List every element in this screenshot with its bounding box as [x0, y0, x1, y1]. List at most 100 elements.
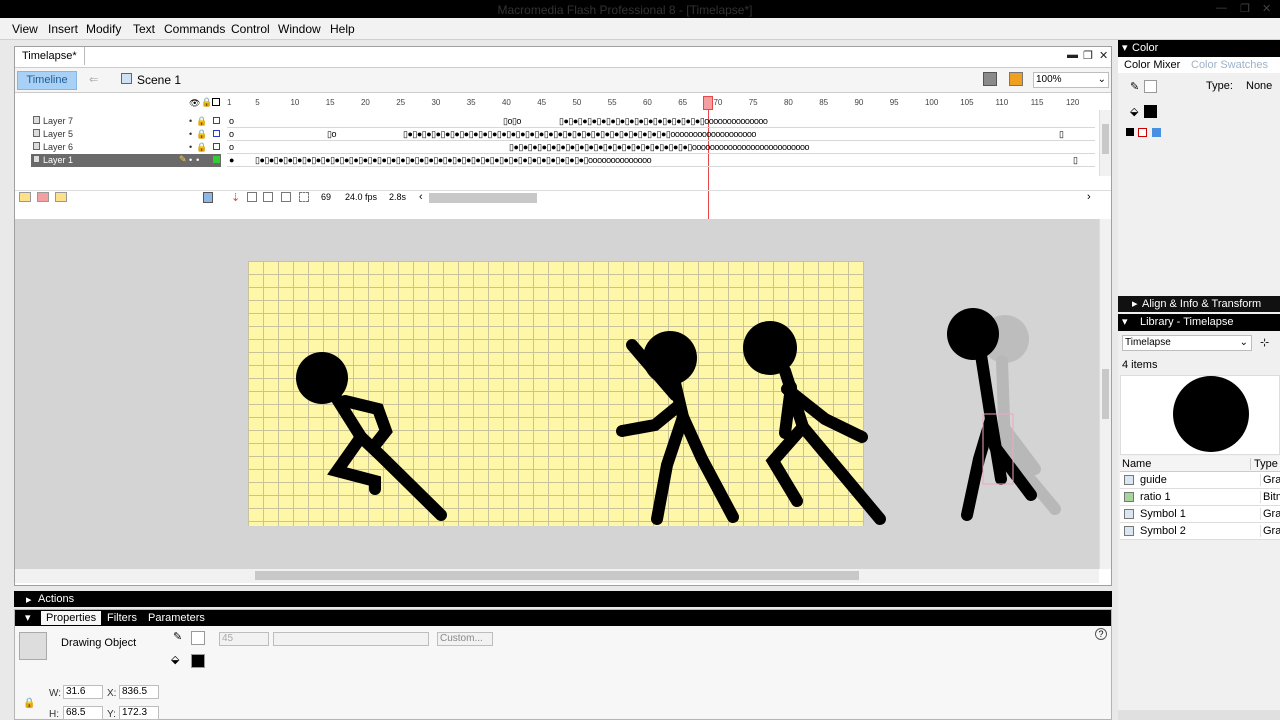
actions-panel-header[interactable]: ▸ Actions: [14, 591, 1112, 607]
width-field[interactable]: 31.6: [63, 685, 103, 699]
document-tab[interactable]: Timelapse*: [15, 47, 85, 65]
scene-label[interactable]: Scene 1: [137, 73, 181, 87]
keyframe-seq[interactable]: ▯●▯●▯●▯●▯●▯●▯●▯●▯●▯●▯●▯●▯●▯●▯●▯ooooooooo…: [559, 116, 839, 127]
scroll-thumb[interactable]: [255, 571, 859, 580]
outline-icon[interactable]: [212, 98, 220, 106]
doc-restore-icon[interactable]: ❐: [1083, 49, 1093, 62]
fill-color-swatch[interactable]: [1144, 105, 1157, 118]
height-field[interactable]: 68.5: [63, 706, 103, 720]
keyframe-seq[interactable]: ▯o: [327, 129, 339, 140]
layer-outline-box[interactable]: [213, 117, 220, 124]
doc-close-icon[interactable]: ✕: [1099, 49, 1108, 62]
scroll-right-icon[interactable]: ›: [1087, 191, 1091, 203]
menu-commands[interactable]: Commands: [164, 22, 225, 36]
no-color-icon[interactable]: [1138, 128, 1147, 137]
keyframe-seq[interactable]: ▯o▯o: [503, 116, 533, 127]
menu-modify[interactable]: Modify: [86, 22, 121, 36]
library-item[interactable]: ratio 1 Bitm: [1120, 489, 1280, 506]
minimize-icon[interactable]: —: [1216, 2, 1227, 14]
menu-help[interactable]: Help: [330, 22, 355, 36]
stick-figures[interactable]: [15, 219, 1099, 569]
keyframe-seq[interactable]: ▯: [1073, 155, 1079, 166]
layer-visibility-dots[interactable]: •🔒: [189, 116, 211, 127]
layer-row-selected[interactable]: Layer 1 ✎ ••: [31, 154, 221, 167]
fill-color-swatch[interactable]: [191, 654, 205, 668]
back-arrow-icon[interactable]: ⇐: [89, 73, 98, 86]
layer-outline-box[interactable]: [213, 130, 220, 137]
keyframe-seq[interactable]: ●: [229, 155, 235, 166]
layer-visibility-dots[interactable]: ••: [189, 155, 203, 165]
x-field[interactable]: 836.5: [119, 685, 159, 699]
onion-skin-icon[interactable]: [247, 192, 257, 202]
keyframe-seq[interactable]: o: [229, 142, 235, 153]
color-panel-header[interactable]: ▾ Color: [1118, 40, 1280, 57]
pin-icon[interactable]: ⊹: [1260, 336, 1269, 349]
tab-parameters[interactable]: Parameters: [148, 612, 205, 624]
stroke-color-swatch[interactable]: [1144, 80, 1157, 93]
menu-control[interactable]: Control: [231, 22, 270, 36]
layer-row[interactable]: Layer 5 •🔒: [31, 128, 221, 141]
close-window-icon[interactable]: ✕: [1262, 2, 1271, 15]
edit-scene-icon[interactable]: [983, 72, 997, 86]
menu-text[interactable]: Text: [133, 22, 155, 36]
swap-colors-icon[interactable]: [1152, 128, 1161, 137]
library-item[interactable]: Symbol 1 Grap: [1120, 506, 1280, 523]
doc-minimize-icon[interactable]: ▬: [1067, 49, 1078, 61]
custom-button[interactable]: Custom...: [437, 632, 493, 646]
timeline-hscroll-thumb[interactable]: [429, 193, 537, 203]
eye-icon[interactable]: 👁: [189, 98, 200, 109]
keyframe-seq[interactable]: ▯●▯●▯●▯●▯●▯●▯●▯●▯●▯●▯●▯●▯●▯●▯●▯●▯●▯●▯●▯●…: [403, 129, 865, 140]
y-field[interactable]: 172.3: [119, 706, 159, 720]
zoom-select[interactable]: 100% ⌄: [1033, 72, 1109, 88]
library-panel-header[interactable]: ▾ Library - Timelapse: [1118, 314, 1280, 331]
help-icon[interactable]: ?: [1095, 628, 1107, 640]
layer-outline-box[interactable]: [213, 143, 220, 150]
stroke-pencil-icon[interactable]: ✎: [1130, 80, 1139, 93]
library-item[interactable]: guide Grap: [1120, 472, 1280, 489]
collapse-arrow-icon[interactable]: ▾: [25, 611, 31, 624]
layer-row[interactable]: Layer 6 •🔒: [31, 141, 221, 154]
insert-folder-icon[interactable]: [55, 192, 67, 202]
keyframe-seq[interactable]: ▯●▯●▯●▯●▯●▯●▯●▯●▯●▯●▯●▯●▯●▯●▯●▯●▯●▯●▯●▯●…: [255, 155, 803, 166]
column-type[interactable]: Type: [1250, 458, 1278, 470]
trash-icon[interactable]: [203, 192, 213, 203]
black-white-icon[interactable]: [1126, 128, 1134, 136]
scroll-thumb[interactable]: [1102, 369, 1109, 419]
tab-color-mixer[interactable]: Color Mixer: [1124, 59, 1180, 71]
edit-multiple-frames-icon[interactable]: [281, 192, 291, 202]
playhead[interactable]: [703, 96, 713, 110]
layer-row[interactable]: Layer 7 •🔒: [31, 115, 221, 128]
menu-view[interactable]: View: [12, 22, 38, 36]
library-document-select[interactable]: Timelapse ⌄: [1122, 335, 1252, 351]
tab-color-swatches[interactable]: Color Swatches: [1191, 59, 1268, 71]
scroll-thumb[interactable]: [1102, 124, 1109, 154]
timeline-toggle-button[interactable]: Timeline: [17, 71, 77, 90]
scroll-left-icon[interactable]: ‹: [419, 191, 423, 203]
fill-bucket-icon[interactable]: ⬙: [171, 653, 179, 666]
layer-outline-box[interactable]: [213, 156, 220, 163]
insert-layer-icon[interactable]: [19, 192, 31, 202]
menu-window[interactable]: Window: [278, 22, 321, 36]
stage-hscroll[interactable]: [15, 569, 1099, 583]
modify-onion-markers-icon[interactable]: [299, 192, 309, 202]
type-value[interactable]: None: [1246, 80, 1272, 92]
lock-icon[interactable]: 🔒: [201, 97, 212, 108]
layer-visibility-dots[interactable]: •🔒: [189, 142, 211, 153]
tab-filters[interactable]: Filters: [107, 612, 137, 624]
onion-outline-icon[interactable]: [263, 192, 273, 202]
stroke-style-select[interactable]: [273, 632, 429, 646]
keyframe-seq[interactable]: o: [229, 116, 235, 127]
lock-proportions-icon[interactable]: 🔒: [23, 698, 35, 709]
stage-area[interactable]: [15, 219, 1111, 569]
tab-properties[interactable]: Properties: [41, 611, 102, 625]
keyframe-seq[interactable]: o: [229, 129, 235, 140]
keyframe-seq[interactable]: ▯: [1059, 129, 1065, 140]
stage-vscroll[interactable]: [1099, 219, 1111, 569]
restore-icon[interactable]: ❐: [1240, 2, 1250, 15]
center-frame-icon[interactable]: ⇣: [231, 191, 240, 204]
column-name[interactable]: Name: [1122, 458, 1151, 470]
stroke-color-swatch[interactable]: [191, 631, 205, 645]
frame-ruler[interactable]: 1 5 10 15 20 25 30 35 40 45 50 55 60 65 70 75 80 85 90 95 10…: [227, 94, 1097, 110]
stroke-height-field[interactable]: 45: [219, 632, 269, 646]
frame-rate[interactable]: 24.0 fps: [345, 192, 377, 202]
